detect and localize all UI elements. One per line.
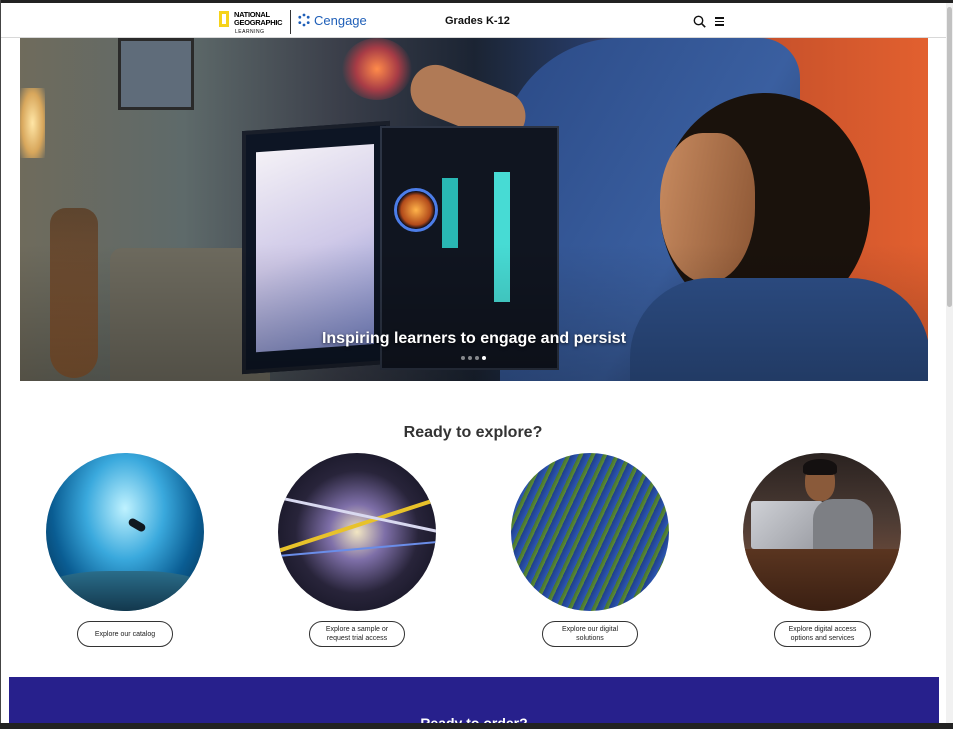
ng-logo-text: NATIONAL GEOGRAPHIC xyxy=(234,10,283,27)
logo-divider xyxy=(290,10,291,34)
cengage-logo-text: Cengage xyxy=(314,12,367,28)
hamburger-menu-icon[interactable] xyxy=(715,17,725,26)
ng-logo-subtext: LEARNING xyxy=(235,29,265,35)
vertical-scrollbar[interactable] xyxy=(946,3,953,723)
site-header: NATIONAL GEOGRAPHIC LEARNING Cengage Gra… xyxy=(1,3,946,38)
explore-catalog-button[interactable]: Explore our catalog xyxy=(77,621,173,647)
order-section: Ready to order? xyxy=(9,677,939,729)
digital-access-image[interactable] xyxy=(743,453,901,611)
window-left-edge xyxy=(0,0,1,729)
carousel-dot-active[interactable] xyxy=(482,356,486,360)
digital-solutions-image[interactable] xyxy=(511,453,669,611)
carousel-dot[interactable] xyxy=(475,356,479,360)
scrollbar-thumb[interactable] xyxy=(947,7,952,307)
search-icon[interactable] xyxy=(693,15,706,28)
carousel-dot[interactable] xyxy=(468,356,472,360)
browser-window: NATIONAL GEOGRAPHIC LEARNING Cengage Gra… xyxy=(0,0,953,729)
hero-caption: Inspiring learners to engage and persist xyxy=(321,330,627,347)
grades-nav-link[interactable]: Grades K-12 xyxy=(445,15,510,27)
digital-solutions-button[interactable]: Explore our digital solutions xyxy=(542,621,638,647)
digital-access-button[interactable]: Explore digital access options and servi… xyxy=(774,621,871,647)
window-bottom-edge xyxy=(0,723,953,729)
explore-section-title: Ready to explore? xyxy=(403,424,543,442)
hero-carousel[interactable]: Inspiring learners to engage and persist xyxy=(20,38,928,381)
ng-yellow-border-icon xyxy=(219,11,229,27)
sample-trial-image[interactable] xyxy=(278,453,436,611)
sample-trial-button[interactable]: Explore a sample or request trial access xyxy=(309,621,405,647)
cengage-logo[interactable]: Cengage xyxy=(297,12,367,28)
carousel-dots xyxy=(461,356,486,360)
cengage-mark-icon xyxy=(298,13,310,27)
carousel-dot[interactable] xyxy=(461,356,465,360)
catalog-image[interactable] xyxy=(46,453,204,611)
